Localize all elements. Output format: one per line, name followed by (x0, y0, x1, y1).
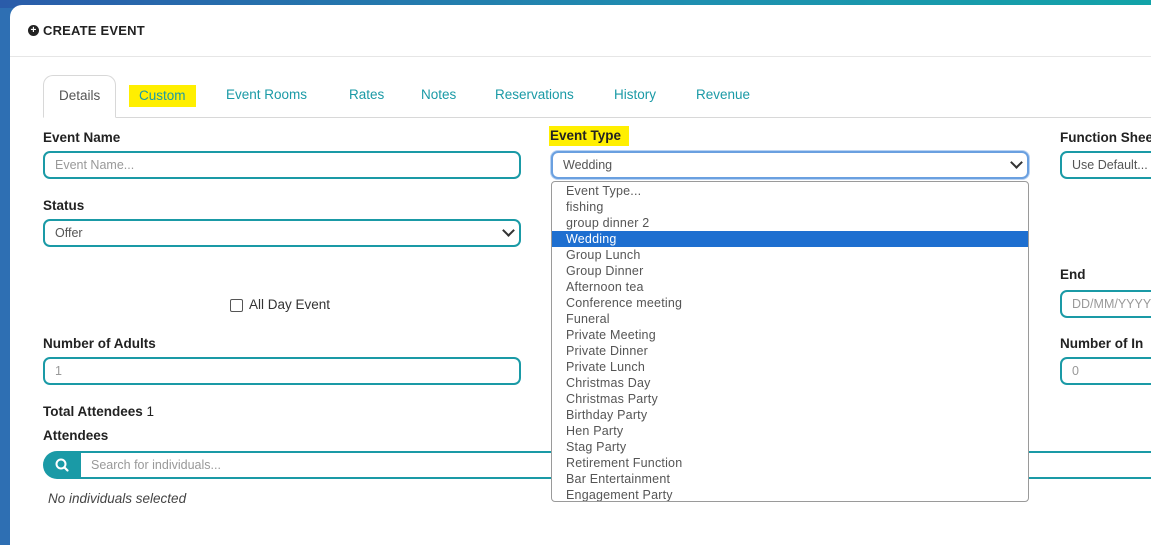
status-value: Offer (55, 226, 83, 240)
chevron-down-icon (1010, 156, 1023, 169)
event-type-option[interactable]: Private Lunch (552, 359, 1028, 375)
page-title: CREATE EVENT (43, 23, 145, 38)
event-type-value: Wedding (563, 158, 613, 172)
event-type-option[interactable]: fishing (552, 199, 1028, 215)
tab-details[interactable]: Details (43, 75, 117, 118)
tab-bar: Details Custom Event Rooms Rates Notes R… (43, 75, 1151, 118)
tab-rates[interactable]: Rates (349, 75, 384, 117)
event-name-input[interactable]: Event Name... (43, 151, 521, 179)
tab-history[interactable]: History (614, 75, 656, 117)
tab-notes[interactable]: Notes (421, 75, 456, 117)
tab-revenue[interactable]: Revenue (696, 75, 750, 117)
adults-input[interactable]: 1 (43, 357, 521, 385)
event-name-label: Event Name (43, 130, 121, 145)
create-event-panel: + CREATE EVENT Details Custom Event Room… (10, 5, 1151, 545)
all-day-checkbox[interactable] (230, 299, 243, 312)
end-date-input[interactable]: DD/MM/YYYY (1060, 290, 1151, 318)
header-divider (10, 56, 1151, 57)
function-sheet-select[interactable]: Use Default... (1060, 151, 1151, 179)
end-label: End (1060, 267, 1086, 282)
status-select[interactable]: Offer (43, 219, 521, 247)
event-type-option[interactable]: Christmas Party (552, 391, 1028, 407)
event-type-label: Event Type (549, 126, 630, 146)
event-type-option[interactable]: Conference meeting (552, 295, 1028, 311)
plus-circle-icon: + (28, 25, 39, 36)
event-type-option[interactable]: Stag Party (552, 439, 1028, 455)
tab-event-rooms[interactable]: Event Rooms (226, 75, 307, 117)
event-type-option[interactable]: Event Type... (552, 183, 1028, 199)
search-icon (55, 458, 69, 472)
panel-header: + CREATE EVENT (28, 23, 145, 38)
total-attendees-text: Total Attendees (43, 404, 143, 419)
event-type-option[interactable]: Funeral (552, 311, 1028, 327)
event-type-option[interactable]: Group Lunch (552, 247, 1028, 263)
event-type-option[interactable]: group dinner 2 (552, 215, 1028, 231)
function-sheet-label: Function Shee (1060, 130, 1151, 145)
infants-input[interactable]: 0 (1060, 357, 1151, 385)
event-type-option[interactable]: Hen Party (552, 423, 1028, 439)
status-label: Status (43, 198, 85, 213)
search-button[interactable] (43, 451, 81, 479)
event-type-option[interactable]: Birthday Party (552, 407, 1028, 423)
tab-custom[interactable]: Custom (129, 85, 196, 107)
event-type-dropdown[interactable]: Event Type... fishing group dinner 2 Weddin… (551, 181, 1029, 502)
event-type-option[interactable]: Engagement Party (552, 487, 1028, 501)
event-type-select[interactable]: Wedding (551, 151, 1029, 179)
event-type-option[interactable]: Christmas Day (552, 375, 1028, 391)
chevron-down-icon (502, 224, 515, 237)
adults-label: Number of Adults (43, 336, 156, 351)
infants-label: Number of In (1060, 336, 1144, 351)
event-type-option[interactable]: Retirement Function (552, 455, 1028, 471)
empty-attendees-text: No individuals selected (48, 491, 187, 506)
event-type-option[interactable]: Group Dinner (552, 263, 1028, 279)
tab-reservations[interactable]: Reservations (495, 75, 574, 117)
total-attendees-label: Total Attendees 1 (43, 404, 154, 419)
event-type-option[interactable]: Private Dinner (552, 343, 1028, 359)
total-attendees-value: 1 (146, 404, 155, 419)
event-type-option[interactable]: Bar Entertainment (552, 471, 1028, 487)
attendees-label: Attendees (43, 428, 109, 443)
event-type-option[interactable]: Wedding (552, 231, 1028, 247)
all-day-label: All Day Event (249, 297, 331, 312)
event-type-option[interactable]: Afternoon tea (552, 279, 1028, 295)
event-type-option[interactable]: Private Meeting (552, 327, 1028, 343)
